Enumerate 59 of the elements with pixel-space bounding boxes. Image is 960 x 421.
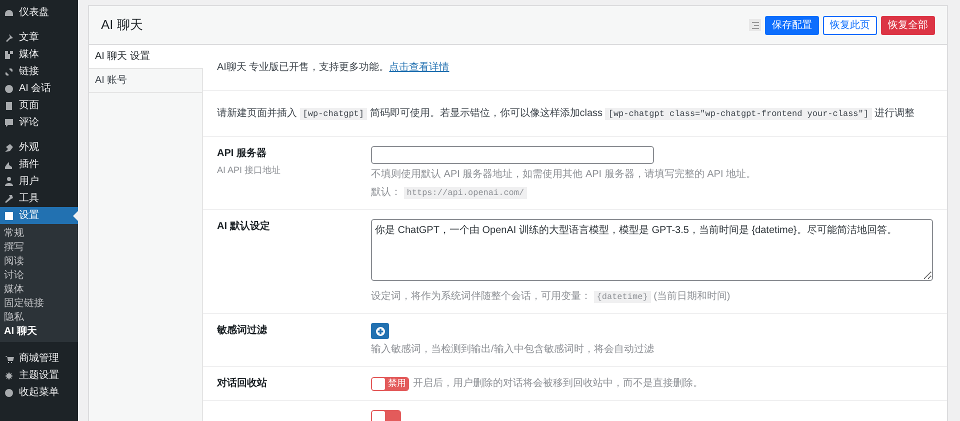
toggle-panel-button[interactable] bbox=[749, 19, 761, 31]
add-button[interactable] bbox=[371, 323, 389, 339]
help-text: 默认： https://api.openai.com/ bbox=[371, 185, 933, 200]
submenu-item[interactable]: 讨论 bbox=[0, 269, 78, 283]
help-text: 开启后，用户删除的对话将会被移到回收站中，而不是直接删除。 bbox=[413, 376, 703, 391]
save-button[interactable]: 保存配置 bbox=[765, 16, 819, 34]
wrench-icon bbox=[4, 194, 14, 204]
reset-button[interactable]: 恢复全部 bbox=[881, 16, 935, 34]
field-description: AI API 接口地址 bbox=[217, 164, 282, 177]
submenu-item[interactable]: 撰写 bbox=[0, 241, 78, 255]
notice-text: 请新建页面并插入 [wp-chatgpt] 简码即可使用。若显示错位，你可以像这样添加class [wp-chatgpt class="wp-chatgpt-frontend your-class"] 进行调整 bbox=[217, 106, 914, 122]
menu-item[interactable]: AI 会话 bbox=[0, 80, 78, 97]
field-label: API 服务器 bbox=[217, 146, 268, 161]
tab[interactable]: AI 聊天 设置 bbox=[89, 45, 203, 69]
menu-item[interactable]: 页面 bbox=[0, 97, 78, 114]
toggle-switch[interactable] bbox=[371, 410, 401, 421]
help-text: 输入敏感词，当检测到输出/输入中包含敏感词时，将会自动过滤 bbox=[371, 342, 655, 357]
submenu-item[interactable]: 常规 bbox=[0, 227, 78, 241]
comment-icon bbox=[4, 118, 14, 128]
menu-item[interactable]: 收起菜单 bbox=[0, 384, 78, 401]
submenu-item[interactable]: AI 聊天 bbox=[0, 325, 78, 339]
submenu-item[interactable]: 阅读 bbox=[0, 255, 78, 269]
dashboard-icon bbox=[4, 8, 14, 18]
submenu-item[interactable]: 固定链接 bbox=[0, 297, 78, 311]
menu-item[interactable]: 文章 bbox=[0, 29, 78, 46]
cart-icon bbox=[4, 354, 14, 364]
menu-item[interactable]: 媒体 bbox=[0, 46, 78, 63]
textarea-field[interactable]: 你是 ChatGPT，一个由 OpenAI 训练的大型语言模型，模型是 GPT-3.5，当前时间是 {datetime}。尽可能简洁地回答。 bbox=[371, 219, 933, 281]
page-icon bbox=[4, 100, 14, 110]
page-title: AI 聊天 bbox=[101, 16, 143, 34]
menu-item[interactable]: 设置 bbox=[0, 207, 78, 224]
input-field[interactable] bbox=[371, 146, 654, 164]
menu-item[interactable]: 主题设置 bbox=[0, 367, 78, 384]
menu-item[interactable]: 链接 bbox=[0, 63, 78, 80]
menu-item[interactable]: 外观 bbox=[0, 139, 78, 156]
field-label: 敏感词过滤 bbox=[217, 324, 268, 338]
help-text: 设定词，将作为系统词伴随整个会话，可用变量： {datetime} (当前日期和时间) bbox=[371, 290, 732, 304]
gear-icon bbox=[4, 370, 14, 380]
menu-item[interactable]: 工具 bbox=[0, 190, 78, 207]
notice-text: AI聊天 专业版已开售，支持更多功能。点击查看详情 bbox=[217, 60, 450, 75]
media-icon bbox=[4, 50, 14, 60]
reset-button[interactable]: 恢复此页 bbox=[823, 16, 877, 34]
menu-item[interactable]: 仪表盘 bbox=[0, 4, 78, 21]
details-link[interactable]: 点击查看详情 bbox=[389, 62, 450, 73]
help-text: 不填则使用默认 API 服务器地址，如需使用其他 API 服务器，请填写完整的 API 地址。 bbox=[371, 168, 758, 182]
menu-item[interactable]: 用户 bbox=[0, 173, 78, 190]
toggle-switch[interactable]: 禁用 bbox=[371, 376, 409, 390]
field-label: 对话回收站 bbox=[217, 376, 268, 391]
menu-item[interactable]: 商城管理 bbox=[0, 350, 78, 367]
list-icon bbox=[752, 22, 758, 28]
submenu-item[interactable]: 媒体 bbox=[0, 283, 78, 297]
user-icon bbox=[4, 176, 14, 186]
plus-circle-icon bbox=[376, 326, 384, 336]
menu-item[interactable]: 评论 bbox=[0, 114, 78, 131]
circle-icon bbox=[4, 388, 14, 398]
tab[interactable]: AI 账号 bbox=[89, 69, 202, 93]
menu-item[interactable]: 插件 bbox=[0, 156, 78, 173]
field-label: AI 默认设定 bbox=[217, 219, 271, 234]
submenu-item[interactable]: 隐私 bbox=[0, 311, 78, 325]
